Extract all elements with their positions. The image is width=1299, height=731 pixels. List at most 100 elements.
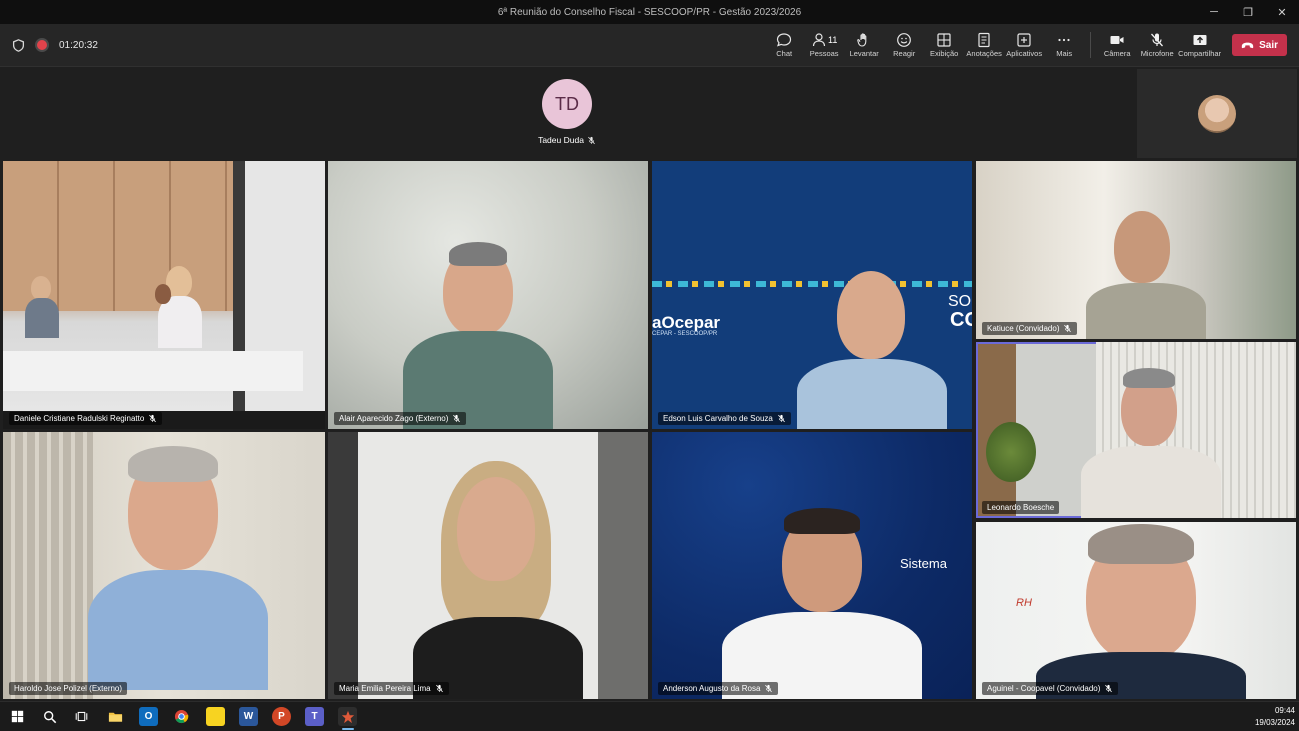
participant-name: Daniele Cristiane Radulski Reginatto bbox=[14, 414, 145, 423]
raise-hand-label: Levantar bbox=[849, 49, 879, 58]
spotlight-participant[interactable]: TD Tadeu Duda bbox=[537, 79, 597, 145]
self-avatar bbox=[1198, 95, 1236, 133]
video-tile[interactable]: aOcepar CEPAR - SESCOOP/PR SO CO Edson L… bbox=[652, 161, 972, 429]
view-button[interactable]: Exibição bbox=[924, 24, 964, 66]
grid-icon bbox=[937, 33, 951, 47]
react-label: Reagir bbox=[893, 49, 916, 58]
notes-icon bbox=[978, 32, 990, 48]
ocepar-logo-text: aOcepar bbox=[652, 313, 721, 332]
clock-date: 19/03/2024 bbox=[1254, 718, 1295, 727]
notes-button[interactable]: Anotações bbox=[964, 24, 1004, 66]
apps-button[interactable]: Aplicativos bbox=[1004, 24, 1044, 66]
toolbar-divider bbox=[1090, 32, 1092, 58]
shield-icon[interactable] bbox=[12, 38, 25, 52]
participant-name: Anderson Augusto da Rosa bbox=[663, 684, 761, 693]
smiley-icon bbox=[897, 33, 912, 47]
people-icon bbox=[812, 33, 826, 47]
file-explorer-button[interactable] bbox=[106, 707, 125, 726]
outlook-button[interactable]: O bbox=[139, 707, 158, 726]
participant-name: Haroldo Jose Polizel (Externo) bbox=[14, 684, 123, 693]
participant-name: Alair Aparecido Zago (Externo) bbox=[339, 414, 449, 423]
app-icon bbox=[341, 710, 354, 723]
restore-button[interactable]: ❐ bbox=[1231, 0, 1265, 24]
video-tile[interactable]: Katiuce (Convidado) bbox=[976, 161, 1296, 339]
more-button[interactable]: Mais bbox=[1044, 24, 1084, 66]
microphone-off-icon bbox=[777, 414, 785, 423]
share-icon bbox=[1193, 35, 1207, 45]
system-clock[interactable]: 09:44 19/03/2024 bbox=[1255, 705, 1295, 729]
react-button[interactable]: Reagir bbox=[884, 24, 924, 66]
sistema-logo-text: Sistema bbox=[900, 556, 947, 571]
avatar: TD bbox=[542, 79, 592, 129]
share-label: Compartilhar bbox=[1178, 49, 1222, 58]
hangup-icon bbox=[1241, 42, 1254, 48]
participant-name: Tadeu Duda bbox=[538, 135, 584, 145]
powerpoint-button[interactable]: P bbox=[272, 707, 291, 726]
windows-taskbar: O W P T 09:44 19/03/2024 bbox=[0, 701, 1299, 731]
video-tile[interactable]: Alair Aparecido Zago (Externo) bbox=[328, 161, 648, 429]
windows-icon bbox=[11, 710, 24, 723]
microphone-off-icon bbox=[453, 414, 461, 423]
meeting-toolbar: 01:20:32 Chat 11 Pessoas Levantar Reagir… bbox=[0, 24, 1299, 67]
more-label: Mais bbox=[1056, 49, 1073, 58]
minimize-button[interactable]: ─ bbox=[1197, 0, 1231, 24]
participant-name: Aguinel - Coopavel (Convidado) bbox=[987, 684, 1101, 693]
leave-button[interactable]: Sair bbox=[1232, 34, 1287, 56]
participant-name: Katiuce (Convidado) bbox=[987, 324, 1060, 333]
participant-name-tag: Leonardo Boesche bbox=[982, 501, 1060, 514]
clock-time: 09:44 bbox=[1274, 706, 1295, 715]
leave-label: Sair bbox=[1259, 39, 1278, 51]
task-view-button[interactable] bbox=[72, 707, 91, 726]
close-button[interactable]: ✕ bbox=[1265, 0, 1299, 24]
notes-label: Anotações bbox=[966, 49, 1002, 58]
ellipsis-icon bbox=[1058, 38, 1070, 42]
chat-button[interactable]: Chat bbox=[764, 24, 804, 66]
participant-name-tag: Anderson Augusto da Rosa bbox=[658, 682, 779, 695]
microphone-label: Microfone bbox=[1140, 49, 1174, 58]
teams-button[interactable]: T bbox=[305, 707, 324, 726]
video-tile[interactable]: Leonardo Boesche bbox=[976, 342, 1296, 518]
video-tile[interactable]: Haroldo Jose Polizel (Externo) bbox=[3, 432, 325, 699]
sescoop-logo-text-2: CO bbox=[950, 309, 972, 331]
video-tile[interactable]: Daniele Cristiane Radulski Reginatto bbox=[3, 161, 325, 429]
video-tile[interactable]: RH Aguinel - Coopavel (Convidado) bbox=[976, 522, 1296, 699]
microphone-off-icon bbox=[765, 684, 773, 693]
chrome-icon bbox=[174, 709, 189, 724]
sticky-notes-button[interactable] bbox=[206, 707, 225, 726]
participant-name-tag: Katiuce (Convidado) bbox=[982, 322, 1078, 335]
participant-name: Maria Emilia Pereira Lima bbox=[339, 684, 431, 693]
meeting-timer: 01:20:32 bbox=[59, 39, 98, 51]
view-label: Exibição bbox=[929, 49, 959, 58]
camera-button[interactable]: Câmera bbox=[1097, 24, 1137, 66]
microphone-off-icon bbox=[435, 684, 443, 693]
window-blinds bbox=[3, 432, 93, 699]
people-count: 11 bbox=[827, 35, 838, 45]
plus-square-icon bbox=[1017, 33, 1031, 47]
video-tile[interactable]: Maria Emilia Pereira Lima bbox=[328, 432, 648, 699]
people-button[interactable]: 11 Pessoas bbox=[804, 24, 844, 66]
microphone-off-icon bbox=[1151, 33, 1164, 47]
microphone-button[interactable]: Microfone bbox=[1137, 24, 1177, 66]
plant bbox=[986, 422, 1036, 482]
search-button[interactable] bbox=[40, 707, 59, 726]
chrome-button[interactable] bbox=[172, 707, 191, 726]
camera-icon bbox=[1110, 36, 1124, 44]
self-view[interactable] bbox=[1137, 69, 1297, 158]
share-button[interactable]: Compartilhar bbox=[1177, 24, 1222, 66]
raise-hand-button[interactable]: Levantar bbox=[844, 24, 884, 66]
recording-icon bbox=[35, 38, 49, 52]
participant-name-tag: Edson Luis Carvalho de Souza bbox=[658, 412, 791, 425]
start-button[interactable] bbox=[8, 707, 27, 726]
word-button[interactable]: W bbox=[239, 707, 258, 726]
brand-stripe bbox=[652, 281, 972, 287]
active-app-button[interactable] bbox=[338, 707, 357, 726]
participant-name-tag: Maria Emilia Pereira Lima bbox=[334, 682, 449, 695]
folder-icon bbox=[108, 712, 123, 722]
meeting-table bbox=[3, 351, 303, 391]
window-title: 6ª Reunião do Conselho Fiscal - SESCOOP/… bbox=[497, 6, 802, 18]
microphone-off-icon bbox=[1105, 684, 1113, 693]
window-controls: ─ ❐ ✕ bbox=[1197, 0, 1299, 24]
participant-name-tag: Daniele Cristiane Radulski Reginatto bbox=[9, 412, 163, 425]
video-tile[interactable]: Sistema Anderson Augusto da Rosa bbox=[652, 432, 972, 699]
participant-name-tag: Haroldo Jose Polizel (Externo) bbox=[9, 682, 128, 695]
